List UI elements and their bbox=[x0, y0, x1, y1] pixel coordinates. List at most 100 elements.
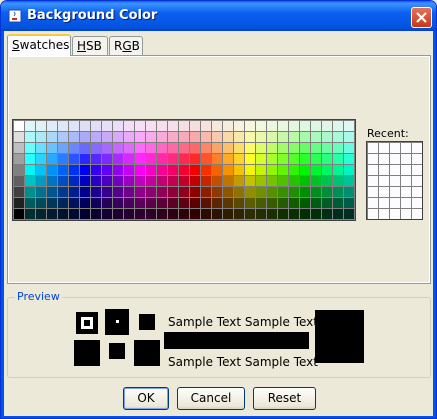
recent-swatch[interactable] bbox=[368, 198, 378, 208]
recent-swatch[interactable] bbox=[412, 187, 422, 197]
color-swatch[interactable] bbox=[179, 187, 189, 197]
color-swatch[interactable] bbox=[168, 198, 178, 208]
color-swatch[interactable] bbox=[300, 154, 310, 164]
recent-swatch[interactable] bbox=[390, 154, 400, 164]
color-swatch[interactable] bbox=[124, 154, 134, 164]
color-swatch[interactable] bbox=[322, 132, 332, 142]
color-swatch[interactable] bbox=[14, 132, 24, 142]
color-swatch[interactable] bbox=[344, 209, 354, 219]
color-swatch[interactable] bbox=[47, 209, 57, 219]
recent-swatch[interactable] bbox=[412, 209, 422, 219]
color-swatch[interactable] bbox=[267, 187, 277, 197]
color-swatch[interactable] bbox=[157, 209, 167, 219]
color-swatch[interactable] bbox=[91, 187, 101, 197]
color-swatch[interactable] bbox=[124, 165, 134, 175]
color-swatch[interactable] bbox=[223, 154, 233, 164]
color-swatch[interactable] bbox=[256, 209, 266, 219]
color-swatch[interactable] bbox=[135, 121, 145, 131]
color-swatch[interactable] bbox=[102, 176, 112, 186]
color-swatch[interactable] bbox=[124, 176, 134, 186]
color-swatch[interactable] bbox=[157, 154, 167, 164]
color-swatch[interactable] bbox=[69, 176, 79, 186]
recent-swatch[interactable] bbox=[390, 143, 400, 153]
color-swatch[interactable] bbox=[113, 154, 123, 164]
color-swatch[interactable] bbox=[322, 187, 332, 197]
color-swatch[interactable] bbox=[80, 143, 90, 153]
color-swatch[interactable] bbox=[201, 165, 211, 175]
color-swatch[interactable] bbox=[245, 187, 255, 197]
color-swatch[interactable] bbox=[322, 209, 332, 219]
color-swatch[interactable] bbox=[245, 176, 255, 186]
color-swatch[interactable] bbox=[267, 143, 277, 153]
recent-swatch[interactable] bbox=[368, 209, 378, 219]
color-swatch[interactable] bbox=[146, 165, 156, 175]
color-swatch[interactable] bbox=[311, 198, 321, 208]
color-swatch[interactable] bbox=[212, 154, 222, 164]
recent-swatch[interactable] bbox=[379, 198, 389, 208]
color-swatch[interactable] bbox=[311, 143, 321, 153]
color-swatch[interactable] bbox=[14, 165, 24, 175]
color-swatch[interactable] bbox=[201, 176, 211, 186]
color-swatch[interactable] bbox=[267, 209, 277, 219]
color-swatch[interactable] bbox=[36, 176, 46, 186]
color-swatch[interactable] bbox=[267, 154, 277, 164]
tab-hsb[interactable]: HSB bbox=[72, 36, 108, 55]
color-swatch[interactable] bbox=[190, 154, 200, 164]
color-swatch[interactable] bbox=[311, 154, 321, 164]
color-swatch[interactable] bbox=[344, 176, 354, 186]
tab-swatches[interactable]: Swatches bbox=[7, 34, 71, 56]
color-swatch[interactable] bbox=[300, 187, 310, 197]
color-swatch[interactable] bbox=[135, 209, 145, 219]
recent-swatch[interactable] bbox=[368, 165, 378, 175]
color-swatch[interactable] bbox=[278, 121, 288, 131]
color-swatch[interactable] bbox=[333, 176, 343, 186]
color-swatch[interactable] bbox=[14, 198, 24, 208]
color-swatch[interactable] bbox=[322, 176, 332, 186]
color-swatch[interactable] bbox=[80, 198, 90, 208]
color-swatch[interactable] bbox=[36, 143, 46, 153]
color-swatch[interactable] bbox=[91, 154, 101, 164]
color-swatch[interactable] bbox=[311, 187, 321, 197]
color-swatch[interactable] bbox=[124, 198, 134, 208]
color-swatch[interactable] bbox=[267, 176, 277, 186]
color-swatch[interactable] bbox=[135, 165, 145, 175]
color-swatch[interactable] bbox=[168, 209, 178, 219]
color-swatch[interactable] bbox=[234, 187, 244, 197]
color-swatch[interactable] bbox=[58, 154, 68, 164]
color-swatch[interactable] bbox=[124, 209, 134, 219]
color-swatch[interactable] bbox=[80, 121, 90, 131]
color-swatch[interactable] bbox=[146, 209, 156, 219]
color-swatch[interactable] bbox=[289, 154, 299, 164]
recent-swatch[interactable] bbox=[368, 187, 378, 197]
color-swatch[interactable] bbox=[245, 121, 255, 131]
color-swatch[interactable] bbox=[25, 187, 35, 197]
color-swatch[interactable] bbox=[157, 132, 167, 142]
color-swatch[interactable] bbox=[201, 209, 211, 219]
color-swatch[interactable] bbox=[300, 165, 310, 175]
color-swatch[interactable] bbox=[322, 143, 332, 153]
color-swatch[interactable] bbox=[168, 143, 178, 153]
color-swatch[interactable] bbox=[190, 132, 200, 142]
swatch-grid[interactable] bbox=[12, 119, 356, 221]
color-swatch[interactable] bbox=[47, 165, 57, 175]
color-swatch[interactable] bbox=[234, 154, 244, 164]
color-swatch[interactable] bbox=[234, 165, 244, 175]
color-swatch[interactable] bbox=[267, 121, 277, 131]
color-swatch[interactable] bbox=[36, 154, 46, 164]
color-swatch[interactable] bbox=[47, 198, 57, 208]
color-swatch[interactable] bbox=[201, 132, 211, 142]
color-swatch[interactable] bbox=[300, 198, 310, 208]
color-swatch[interactable] bbox=[245, 132, 255, 142]
color-swatch[interactable] bbox=[58, 198, 68, 208]
color-swatch[interactable] bbox=[322, 154, 332, 164]
color-swatch[interactable] bbox=[190, 198, 200, 208]
color-swatch[interactable] bbox=[223, 198, 233, 208]
color-swatch[interactable] bbox=[124, 121, 134, 131]
recent-swatch[interactable] bbox=[412, 154, 422, 164]
color-swatch[interactable] bbox=[36, 209, 46, 219]
color-swatch[interactable] bbox=[278, 165, 288, 175]
color-swatch[interactable] bbox=[58, 132, 68, 142]
color-swatch[interactable] bbox=[311, 209, 321, 219]
color-swatch[interactable] bbox=[113, 209, 123, 219]
color-swatch[interactable] bbox=[278, 154, 288, 164]
